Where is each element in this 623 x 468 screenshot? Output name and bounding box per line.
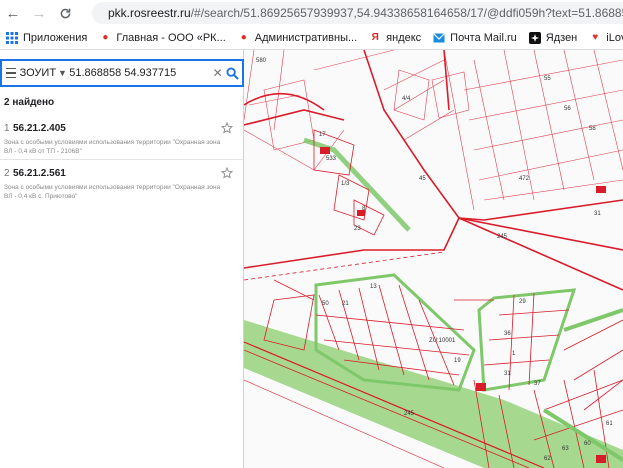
result-description: Зона с особыми условиями использования т… xyxy=(4,184,221,200)
building-marker xyxy=(596,186,606,193)
parcel-label: 17 xyxy=(319,132,326,138)
clear-icon[interactable]: ✕ xyxy=(211,66,224,80)
parcel-label: 58 xyxy=(589,126,596,132)
result-code[interactable]: 56.21.2.561 xyxy=(13,168,221,179)
parcel-label: 37 xyxy=(534,381,541,387)
bookmarks-bar: Приложения ● Главная - ООО «РК... ● Адми… xyxy=(0,26,623,50)
parcel-label: 1 xyxy=(512,351,516,357)
parcel-label: 63 xyxy=(562,446,569,452)
parcel-label: 56 xyxy=(564,106,571,112)
parcel-label: 23 xyxy=(354,226,361,232)
parcel-label: 4/4 xyxy=(402,96,411,102)
chevron-down-icon[interactable]: ▼ xyxy=(58,68,69,78)
parcel-label: 45 xyxy=(419,176,426,182)
building-marker xyxy=(476,383,486,391)
parcel-label: 31 xyxy=(594,211,601,217)
parcel-label: 21 xyxy=(342,301,349,307)
back-button[interactable]: ← xyxy=(0,0,26,26)
result-code[interactable]: 56.21.2.405 xyxy=(13,123,221,134)
result-description: Зона с особыми условиями использования т… xyxy=(4,139,221,155)
list-item[interactable]: 1 56.21.2.405 Зона с особыми условиями и… xyxy=(0,121,243,156)
list-item[interactable]: 2 56.21.2.561 Зона с особыми условиями и… xyxy=(0,166,243,201)
results-count: 2 найдено xyxy=(4,97,55,108)
search-input[interactable] xyxy=(69,67,212,79)
mail-icon xyxy=(433,32,446,42)
result-index: 1 xyxy=(4,122,10,134)
parcel-label: 19 xyxy=(454,358,461,364)
bookmark-mail[interactable]: Почта Mail.ru xyxy=(433,32,517,44)
reload-icon xyxy=(60,8,70,18)
parcel-label: 1/3 xyxy=(341,181,350,187)
search-button[interactable] xyxy=(224,63,240,83)
parcel-label: 50 xyxy=(322,301,329,307)
address-bar[interactable]: pkk.rosreestr.ru/#/search/51.86925657939… xyxy=(92,2,623,24)
parcel-label: ZU:10001 xyxy=(429,338,456,344)
building-marker xyxy=(320,147,330,154)
arrow-right-icon: → xyxy=(31,4,47,22)
zen-icon xyxy=(528,31,541,44)
layer-select[interactable]: ЗОУИТ xyxy=(20,67,58,79)
parcel-label: 245 xyxy=(404,411,415,417)
parcel-label: 245 xyxy=(497,234,508,240)
apps-grid-icon xyxy=(6,31,18,44)
parcel-label: 13 xyxy=(370,284,377,290)
bookmark-rk-main[interactable]: ● Главная - ООО «РК... xyxy=(99,32,225,44)
parcel-label: 580 xyxy=(256,58,267,64)
bookmark-apps[interactable]: Приложения xyxy=(6,31,87,44)
heart-icon: ♥ xyxy=(592,32,599,43)
cadastral-map[interactable]: 580 4/4 17 533 1/3 8 23 45 245 245 55 56… xyxy=(244,50,623,468)
parcel-label: 55 xyxy=(544,76,551,82)
url-text: pkk.rosreestr.ru/#/search/51.86925657939… xyxy=(108,6,623,20)
bookmark-rk-admin[interactable]: ● Административны... xyxy=(238,32,357,44)
star-icon[interactable] xyxy=(221,167,233,179)
yandex-icon: Я xyxy=(371,32,379,43)
reload-button[interactable] xyxy=(52,0,78,26)
search-panel: ЗОУИТ ▼ ✕ 2 найдено 1 56.21.2.405 Зона с… xyxy=(0,50,244,468)
parcel-label: 533 xyxy=(326,156,337,162)
parcel-label: 36 xyxy=(504,331,511,337)
bookmark-ilovepdf[interactable]: ♥ iLovePDF | Онлайн... xyxy=(589,32,623,44)
rk-logo-icon: ● xyxy=(102,32,109,43)
rk-logo-icon: ● xyxy=(240,32,247,43)
bookmark-yandex[interactable]: Я яндекс xyxy=(369,32,422,44)
forward-button[interactable]: → xyxy=(26,0,52,26)
bookmark-zen[interactable]: Ядзен xyxy=(528,31,577,44)
parcel-label: 60 xyxy=(584,441,591,447)
menu-icon[interactable] xyxy=(2,67,20,79)
star-icon[interactable] xyxy=(221,122,233,134)
parcel-label: 61 xyxy=(606,421,613,427)
search-icon xyxy=(225,66,239,80)
parcel-label: 472 xyxy=(519,176,530,182)
parcel-label: 29 xyxy=(519,299,526,305)
arrow-left-icon: ← xyxy=(5,4,21,22)
divider xyxy=(0,159,243,160)
search-bar: ЗОУИТ ▼ ✕ xyxy=(0,59,244,87)
parcel-label: 62 xyxy=(544,456,551,462)
parcel-label: 31 xyxy=(504,371,511,377)
map-canvas[interactable]: 580 4/4 17 533 1/3 8 23 45 245 245 55 56… xyxy=(244,50,623,468)
browser-toolbar: ← → pkk.rosreestr.ru/#/search/51.8692565… xyxy=(0,0,623,26)
result-index: 2 xyxy=(4,167,10,179)
building-marker xyxy=(596,455,606,463)
